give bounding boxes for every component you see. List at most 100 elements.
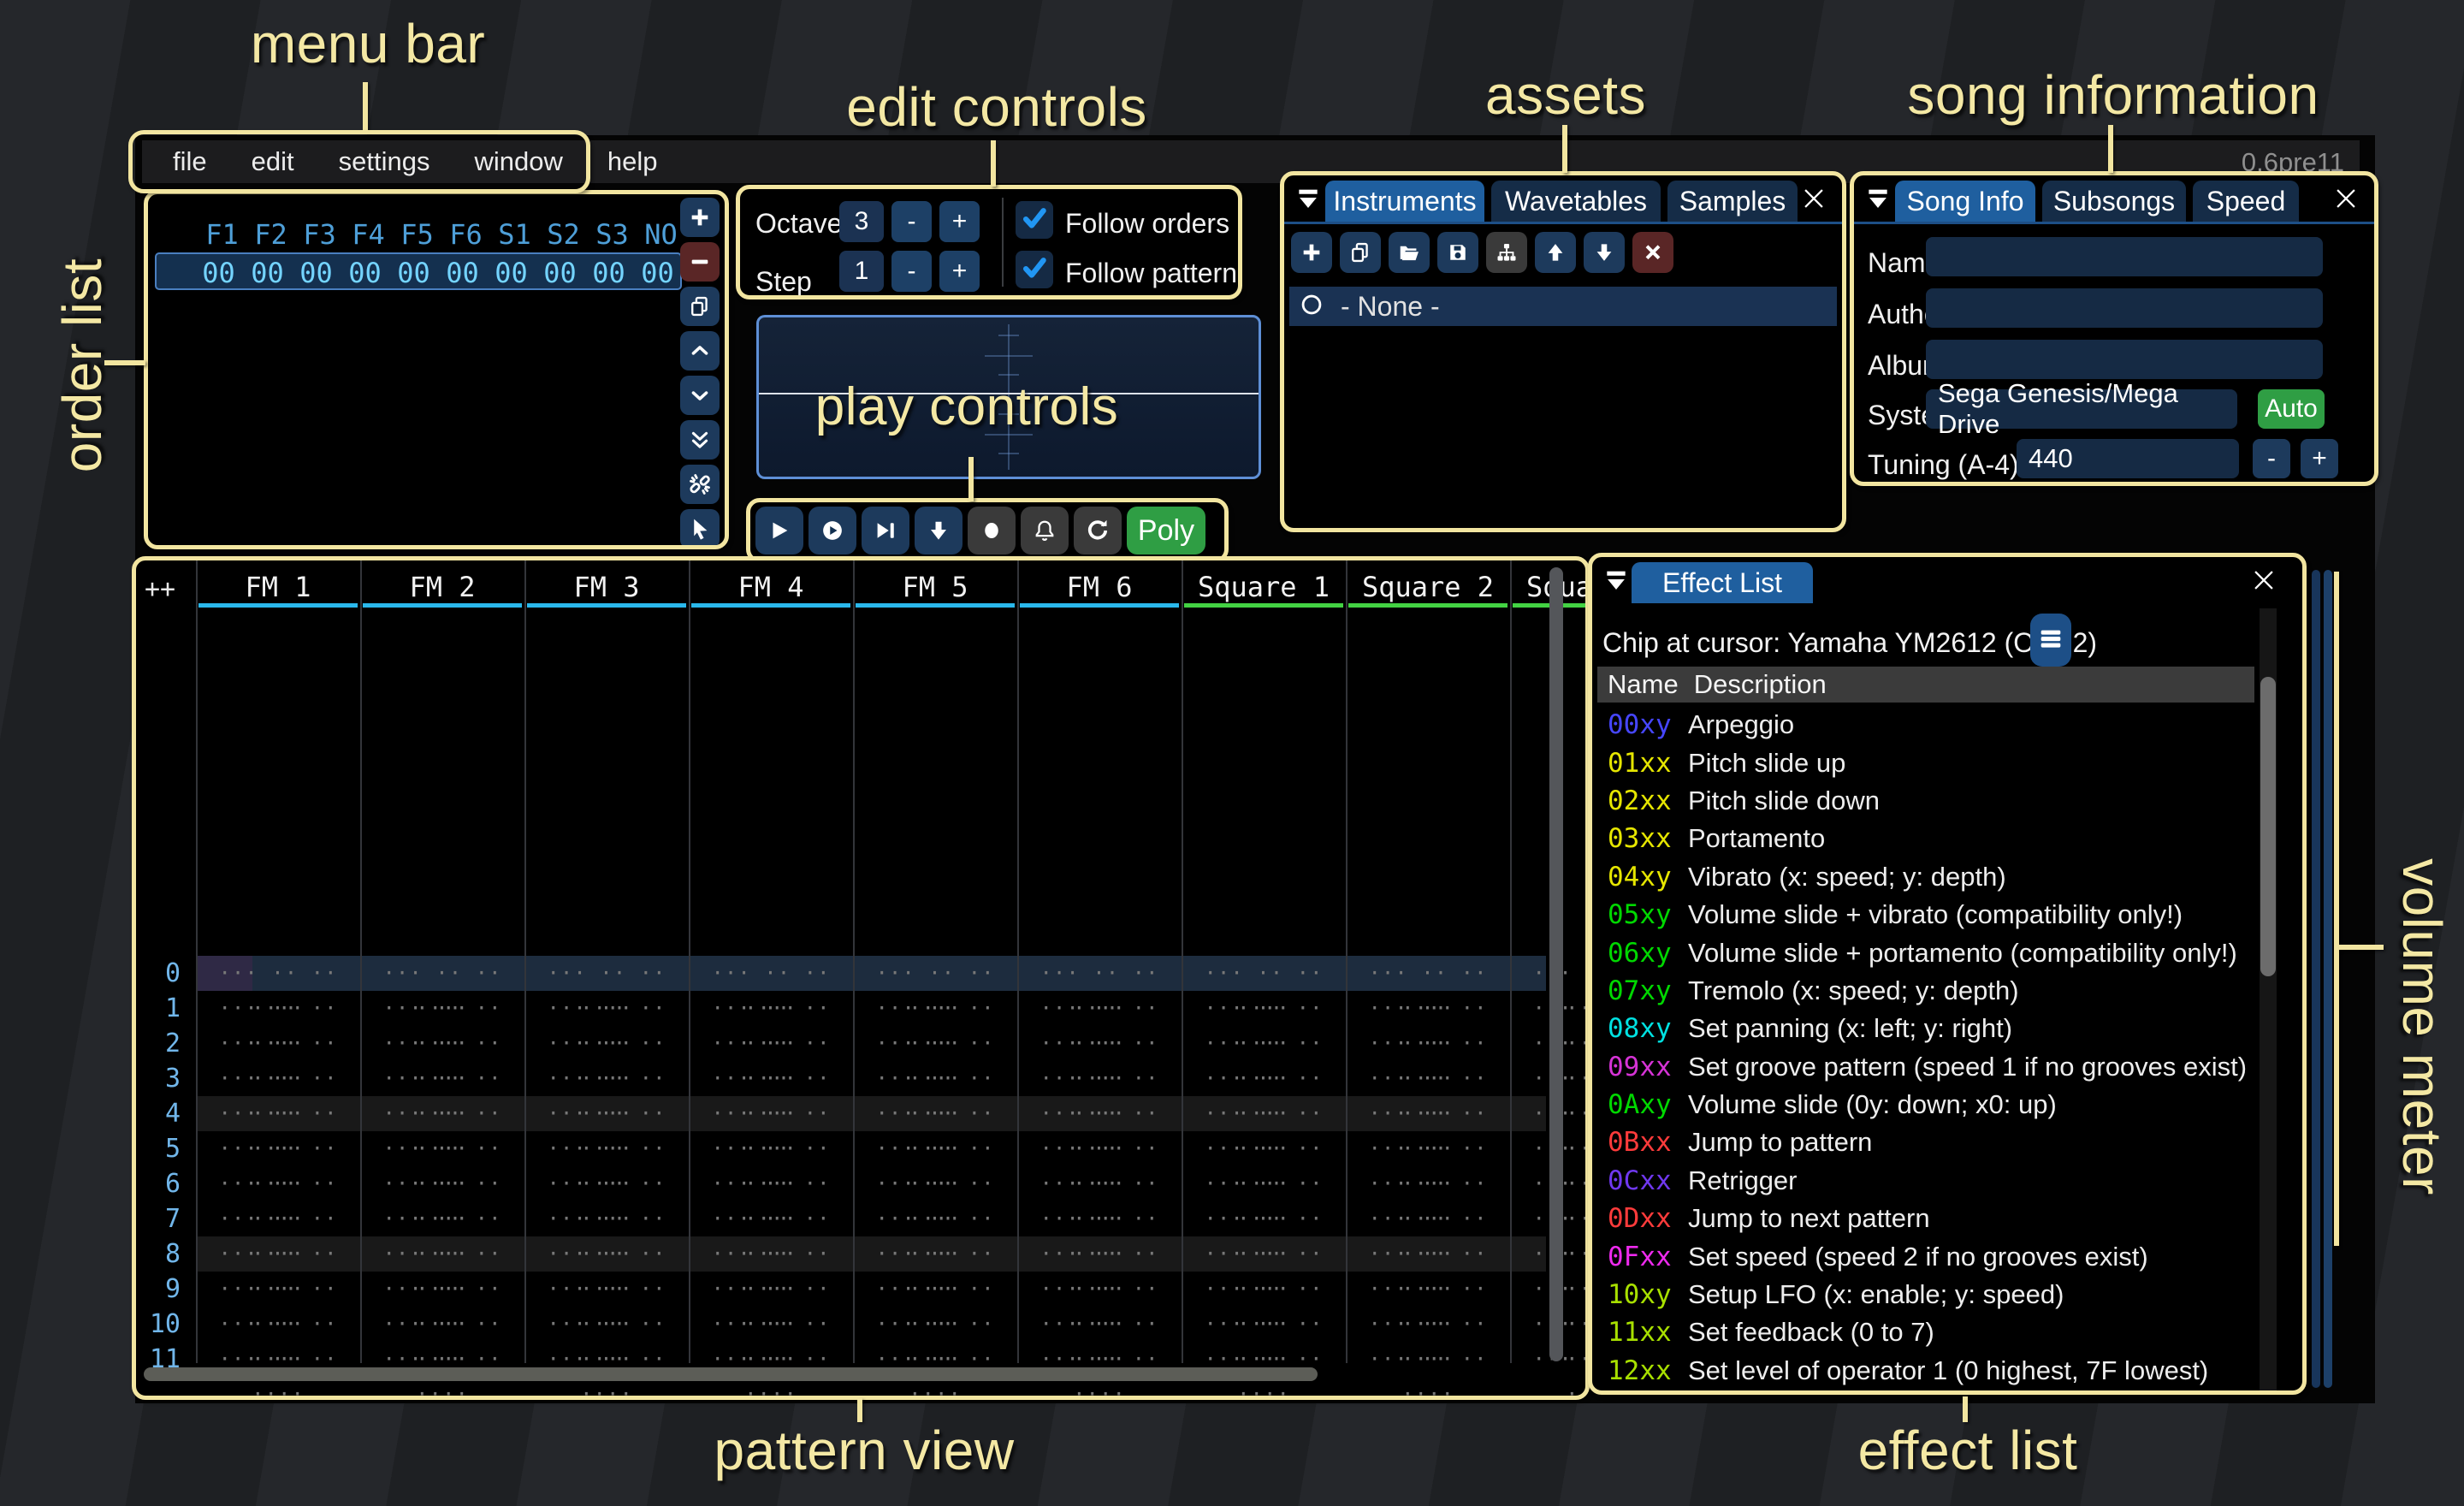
assets-save-button[interactable] <box>1437 232 1478 273</box>
menu-item-file[interactable]: file <box>173 146 207 177</box>
pattern-cell[interactable]: ··· ·· ·· ···· <box>524 1096 689 1131</box>
pattern-cell[interactable]: ··· ·· ·· ···· <box>524 1131 689 1166</box>
menu-item-window[interactable]: window <box>474 146 562 177</box>
channel-header[interactable]: Square 2 <box>1346 571 1510 603</box>
pattern-cell[interactable]: ··· ·· ·· ···· <box>1017 956 1182 991</box>
pattern-cell[interactable]: ··· ·· ·· ···· <box>689 991 853 1026</box>
menu-item-settings[interactable]: settings <box>339 146 430 177</box>
record-button[interactable] <box>968 507 1016 554</box>
pattern-cell[interactable]: ··· ·· ·· ···· <box>524 956 689 991</box>
follow-orders-checkbox[interactable] <box>1016 201 1053 239</box>
pattern-cell[interactable]: ··· ·· ·· ···· <box>853 1236 1017 1272</box>
pattern-cell[interactable]: ··· ·· ·· ···· <box>360 991 524 1026</box>
pattern-cell[interactable]: ··· ·· ·· ···· <box>1017 1061 1182 1096</box>
effect-row[interactable]: 12xxSet level of operator 1 (0 highest, … <box>1597 1352 2254 1390</box>
pattern-cell[interactable]: ··· ·· ·· ···· <box>1182 1061 1346 1096</box>
octave-plus-button[interactable]: + <box>939 201 980 242</box>
channel-header[interactable]: Square 1 <box>1182 571 1346 603</box>
effect-row[interactable]: 02xxPitch slide down <box>1597 782 2254 820</box>
pattern-cell[interactable]: ··· ·· ·· ···· <box>1346 1272 1510 1307</box>
hamburger-menu-button[interactable] <box>2030 614 2071 667</box>
pattern-cell[interactable]: ··· ·· ·· ···· <box>524 1201 689 1236</box>
effect-row[interactable]: 06xyVolume slide + portamento (compatibi… <box>1597 934 2254 971</box>
pattern-cell[interactable]: ··· ·· ·· ···· <box>1346 1131 1510 1166</box>
pattern-cell[interactable]: ··· ·· ·· ···· <box>853 1096 1017 1131</box>
pattern-cell[interactable]: ··· ·· ·· ···· <box>196 1131 360 1166</box>
repeat-button[interactable] <box>1074 507 1122 554</box>
order-cell[interactable]: 00 <box>584 257 633 289</box>
pattern-cell[interactable]: ··· ·· ·· ···· <box>689 1026 853 1061</box>
order-duplicate-button[interactable] <box>680 287 720 326</box>
pattern-cell[interactable]: ··· ·· ·· ···· <box>196 991 360 1026</box>
assets-arrow-up-button[interactable] <box>1535 232 1576 273</box>
octave-minus-button[interactable]: - <box>891 201 932 242</box>
order-cell[interactable]: 00 <box>389 257 438 289</box>
pattern-cell[interactable]: ··· ·· ·· ···· <box>196 1026 360 1061</box>
effect-row[interactable]: 08xySet panning (x: left; y: right) <box>1597 1010 2254 1047</box>
auto-button[interactable]: Auto <box>2258 389 2325 429</box>
assets-plus-button[interactable] <box>1291 232 1332 273</box>
pattern-cell[interactable]: ··· ·· ·· ···· <box>1346 1096 1510 1131</box>
channel-header[interactable]: FM 3 <box>524 571 689 603</box>
channel-header[interactable]: FM 6 <box>1017 571 1182 603</box>
pattern-cell[interactable]: ··· ·· ·· ···· <box>1017 1131 1182 1166</box>
pattern-cell[interactable]: ··· ·· ·· ···· <box>853 1026 1017 1061</box>
effect-row[interactable]: 10xySetup LFO (x: enable; y: speed) <box>1597 1276 2254 1313</box>
pattern-cell[interactable]: ··· ·· ·· ···· <box>1017 1272 1182 1307</box>
pattern-cell[interactable]: ··· ·· ·· ···· <box>360 1131 524 1166</box>
pattern-cell[interactable]: ··· ·· ·· ···· <box>360 1307 524 1342</box>
pattern-cell[interactable]: ··· ·· ·· ···· <box>196 1096 360 1131</box>
play-circle-button[interactable] <box>808 507 856 554</box>
pattern-cell[interactable]: ··· ·· ·· ···· <box>1017 1307 1182 1342</box>
pattern-cell[interactable]: ··· ·· ·· ···· <box>360 1272 524 1307</box>
pattern-cell[interactable]: ··· ·· ·· ···· <box>1182 1131 1346 1166</box>
close-icon[interactable] <box>2331 184 2360 213</box>
pattern-cell[interactable]: ··· ·· ·· ···· <box>1346 956 1510 991</box>
system-select[interactable]: Sega Genesis/Mega Drive <box>1926 389 2237 429</box>
effect-row[interactable]: 07xyTremolo (x: speed; y: depth) <box>1597 972 2254 1010</box>
pattern-cell[interactable]: ··· ·· ·· ···· <box>1017 1236 1182 1272</box>
pattern-cell[interactable]: ··· ·· ·· ···· <box>360 1026 524 1061</box>
tuning-field[interactable]: 440 <box>2017 439 2239 478</box>
step-value[interactable]: 1 <box>839 251 884 292</box>
close-icon[interactable] <box>2249 566 2278 595</box>
pattern-cell[interactable]: ··· ·· ·· ···· <box>196 1166 360 1201</box>
pattern-cell[interactable]: ··· ·· ·· ···· <box>1182 1236 1346 1272</box>
effect-row[interactable]: 0DxxJump to next pattern <box>1597 1200 2254 1237</box>
album-field[interactable] <box>1926 340 2323 379</box>
order-cursor-button[interactable] <box>680 509 720 548</box>
follow-pattern-checkbox[interactable] <box>1016 251 1053 288</box>
pattern-cell[interactable]: ··· ·· ·· ···· <box>196 1272 360 1307</box>
pattern-cell[interactable]: ··· ·· ·· ···· <box>360 1236 524 1272</box>
pattern-cell[interactable]: ··· ·· ·· ···· <box>1182 1026 1346 1061</box>
pattern-cell[interactable]: ··· ·· ·· ···· <box>524 1307 689 1342</box>
menu-item-edit[interactable]: edit <box>252 146 294 177</box>
pattern-cell[interactable]: ··· ·· ·· ···· <box>1182 991 1346 1026</box>
step-plus-button[interactable]: + <box>939 251 980 292</box>
pattern-cell[interactable]: ··· ·· ·· ···· <box>1182 956 1346 991</box>
tab-samples[interactable]: Samples <box>1667 181 1798 222</box>
pattern-cell[interactable]: ··· ·· ·· ···· <box>1017 1096 1182 1131</box>
pattern-cell[interactable]: ··· ·· ·· ···· <box>524 1272 689 1307</box>
pattern-cell[interactable]: ··· ·· ·· ···· <box>360 1096 524 1131</box>
pattern-cell[interactable]: ··· ·· ·· ···· <box>853 1272 1017 1307</box>
assets-arrow-down-button[interactable] <box>1584 232 1625 273</box>
pattern-cell[interactable]: ··· ·· ·· ···· <box>853 1307 1017 1342</box>
order-cell[interactable]: 00 <box>194 257 243 289</box>
pattern-horizontal-scrollbar[interactable] <box>144 1367 1318 1381</box>
poly-button[interactable]: Poly <box>1127 507 1205 554</box>
order-cell[interactable]: 00 <box>438 257 487 289</box>
pattern-cell[interactable]: ··· ·· ·· ···· <box>1346 1307 1510 1342</box>
channel-header[interactable]: FM 4 <box>689 571 853 603</box>
effect-row[interactable]: 04xyVibrato (x: speed; y: depth) <box>1597 858 2254 896</box>
pattern-cell[interactable]: ··· ·· ·· ···· <box>689 1272 853 1307</box>
pattern-cell[interactable]: ··· ·· ·· ···· <box>1017 1201 1182 1236</box>
pattern-cell[interactable]: ··· ·· ·· ···· <box>360 1201 524 1236</box>
assets-x-button[interactable] <box>1632 232 1673 273</box>
pattern-corner-expand[interactable]: ++ <box>145 574 175 604</box>
pattern-cell[interactable]: ··· ·· ·· ···· <box>1182 1272 1346 1307</box>
pattern-cell[interactable]: ··· ·· ·· ···· <box>1346 1236 1510 1272</box>
pattern-cell[interactable]: ··· ·· ·· ···· <box>689 1201 853 1236</box>
pattern-cell[interactable]: ··· ·· ·· ···· <box>689 956 853 991</box>
name-field[interactable] <box>1926 237 2323 276</box>
